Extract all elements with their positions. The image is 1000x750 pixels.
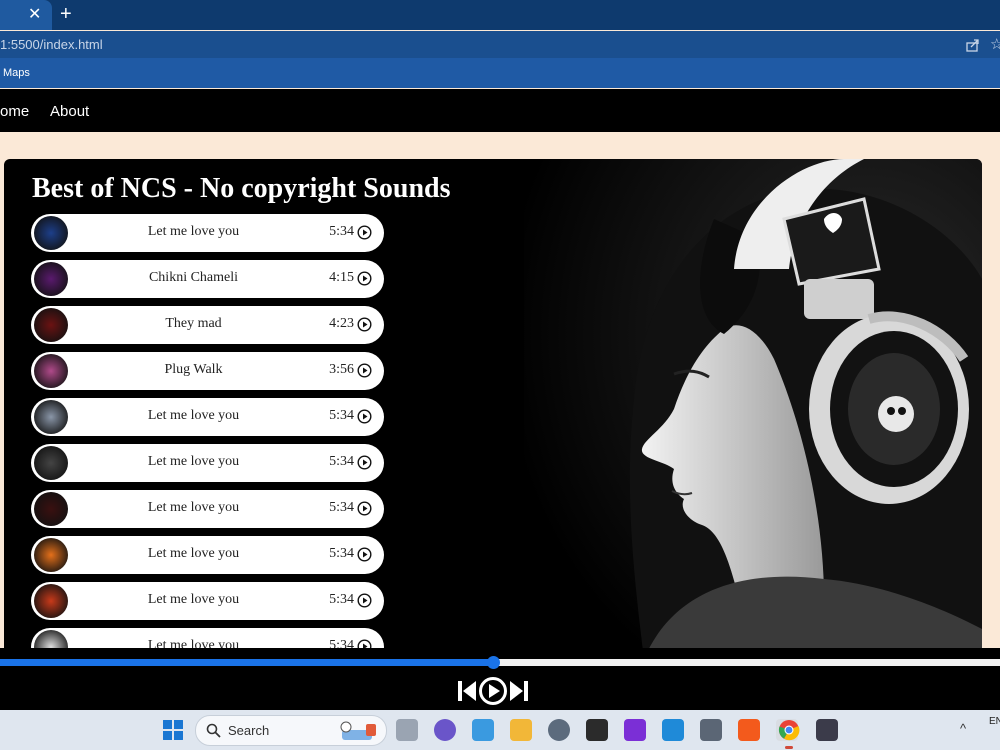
song-cover-image xyxy=(34,308,68,342)
song-duration: 4:15 xyxy=(329,270,354,285)
next-icon[interactable] xyxy=(508,678,530,704)
unity-icon[interactable] xyxy=(700,719,722,741)
page-title: Best of NCS - No copyright Sounds xyxy=(32,173,451,204)
song-item[interactable]: Let me love you 5:34 xyxy=(31,398,384,436)
song-cover-image xyxy=(34,354,68,388)
url-text[interactable]: 1:5500/index.html xyxy=(0,37,103,52)
bookmarks-bar: Maps xyxy=(0,58,1000,88)
nav-about-link[interactable]: About xyxy=(50,103,89,120)
new-tab-button[interactable]: + xyxy=(60,4,72,24)
song-duration: 3:56 xyxy=(329,362,354,377)
song-title: They mad xyxy=(165,316,222,331)
progress-fill xyxy=(0,659,493,666)
song-duration: 5:34 xyxy=(329,500,354,515)
song-item[interactable]: Let me love you 5:34 xyxy=(31,214,384,252)
song-cover-image xyxy=(34,262,68,296)
davinci-icon[interactable] xyxy=(816,719,838,741)
song-duration: 5:34 xyxy=(329,454,354,469)
song-duration: 5:34 xyxy=(329,224,354,239)
play-icon[interactable] xyxy=(478,676,508,706)
language-indicator[interactable]: EN xyxy=(989,716,1000,727)
song-item[interactable]: Chikni Chameli 4:15 xyxy=(31,260,384,298)
song-duration: 5:34 xyxy=(329,592,354,607)
os-taskbar: Search ^ EN xyxy=(0,710,1000,750)
song-cover-image xyxy=(34,492,68,526)
play-circle-icon[interactable] xyxy=(357,225,372,240)
taskbar-search[interactable]: Search xyxy=(195,715,387,746)
teams-chat-icon[interactable] xyxy=(434,719,456,741)
settings-gear-icon[interactable] xyxy=(548,719,570,741)
song-title: Let me love you xyxy=(147,454,240,469)
song-cover-image xyxy=(34,584,68,618)
play-circle-icon[interactable] xyxy=(357,317,372,332)
site-navbar: ome About xyxy=(0,89,1000,132)
browser-tab[interactable]: ✕ xyxy=(0,0,52,30)
song-title: Chikni Chameli xyxy=(148,270,239,285)
playlist-card: Best of NCS - No copyright Sounds Let me… xyxy=(4,159,982,659)
song-duration: 5:34 xyxy=(329,408,354,423)
play-circle-icon[interactable] xyxy=(357,593,372,608)
song-title: Let me love you xyxy=(147,546,240,561)
song-item[interactable]: Let me love you 5:34 xyxy=(31,582,384,620)
song-item[interactable]: They mad 4:23 xyxy=(31,306,384,344)
bookmark-star-icon[interactable]: ☆ xyxy=(990,35,1000,53)
song-item[interactable]: Let me love you 5:34 xyxy=(31,490,384,528)
search-highlight-icon xyxy=(340,721,376,740)
song-title: Let me love you xyxy=(147,500,240,515)
song-cover-image xyxy=(34,400,68,434)
music-player-bar xyxy=(0,648,1000,710)
bookmark-maps[interactable]: Maps xyxy=(3,67,30,79)
song-title: Let me love you xyxy=(147,592,240,607)
headphones-woman-image xyxy=(524,159,982,659)
terminal-icon[interactable] xyxy=(586,719,608,741)
play-circle-icon[interactable] xyxy=(357,409,372,424)
song-cover-image xyxy=(34,538,68,572)
nav-home-link[interactable]: ome xyxy=(0,103,29,120)
play-circle-icon[interactable] xyxy=(357,455,372,470)
file-explorer-icon[interactable] xyxy=(510,719,532,741)
play-circle-icon[interactable] xyxy=(357,547,372,562)
song-title: Plug Walk xyxy=(164,362,223,377)
song-cover-image xyxy=(34,446,68,480)
previous-icon[interactable] xyxy=(456,678,478,704)
song-cover-image xyxy=(34,216,68,250)
close-tab-icon[interactable]: ✕ xyxy=(28,5,41,25)
browser-tabstrip: ✕ + xyxy=(0,0,1000,30)
vscode-icon[interactable] xyxy=(662,719,684,741)
song-duration: 5:34 xyxy=(329,546,354,561)
progress-bar[interactable] xyxy=(0,656,1000,669)
intellij-icon[interactable] xyxy=(624,719,646,741)
address-bar[interactable]: 1:5500/index.html ☆ xyxy=(0,31,1000,58)
search-icon xyxy=(206,723,221,738)
song-item[interactable]: Plug Walk 3:56 xyxy=(31,352,384,390)
windows-start-icon[interactable] xyxy=(162,719,184,741)
song-item[interactable]: Let me love you 5:34 xyxy=(31,536,384,574)
play-circle-icon[interactable] xyxy=(357,363,372,378)
store-icon[interactable] xyxy=(472,719,494,741)
song-item[interactable]: Let me love you 5:34 xyxy=(31,444,384,482)
play-circle-icon[interactable] xyxy=(357,501,372,516)
share-icon[interactable] xyxy=(966,38,980,52)
search-label: Search xyxy=(228,723,270,738)
chevron-up-icon[interactable]: ^ xyxy=(960,721,966,736)
play-circle-icon[interactable] xyxy=(357,271,372,286)
task-view-icon[interactable] xyxy=(396,719,418,741)
song-duration: 4:23 xyxy=(329,316,354,331)
progress-thumb[interactable] xyxy=(487,656,500,669)
brave-icon[interactable] xyxy=(738,719,760,741)
song-title: Let me love you xyxy=(147,408,240,423)
song-title: Let me love you xyxy=(147,224,240,239)
chrome-active-indicator xyxy=(785,746,793,749)
chrome-icon[interactable] xyxy=(778,719,800,741)
